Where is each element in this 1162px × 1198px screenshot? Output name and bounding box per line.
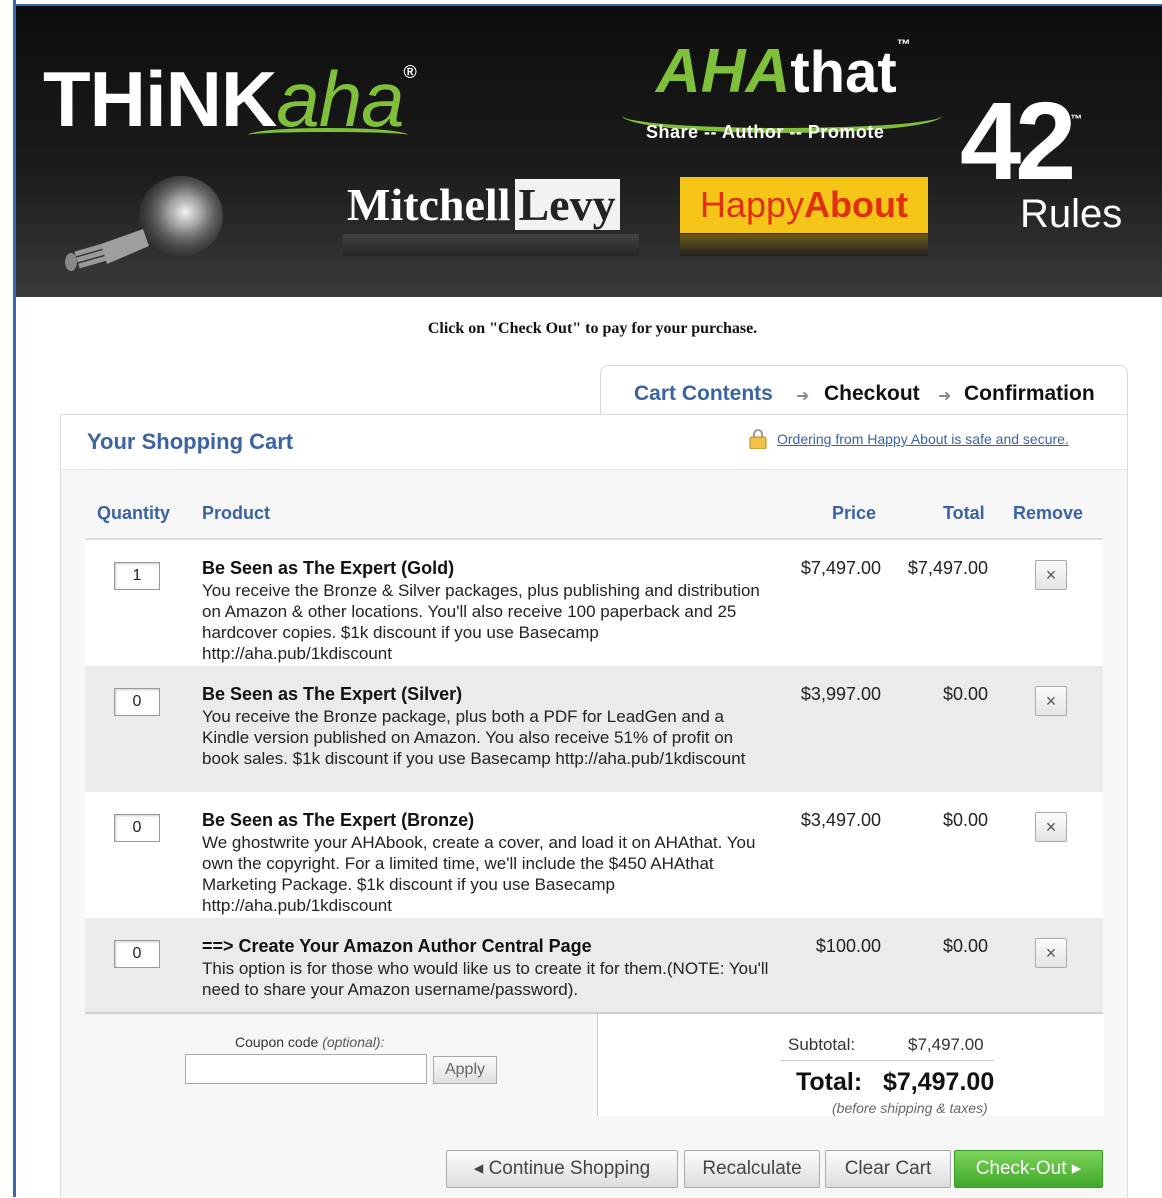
product-description: We ghostwrite your AHAbook, create a cov… [202,833,756,915]
remove-item-button[interactable]: × [1035,686,1067,716]
rules-text: Rules [1020,192,1123,236]
item-price: $7,497.00 [800,558,881,578]
column-header-total: Total [943,503,985,523]
step-cart-contents: Cart Contents [634,382,773,405]
item-total: $0.00 [942,936,988,956]
thinkaha-think-text: THiNK [43,55,277,143]
coupon-label: Coupon code (optional): [235,1034,384,1050]
cart-row: 0 Be Seen as The Expert (Bronze) We ghos… [85,792,1103,918]
quantity-input[interactable]: 0 [114,814,160,842]
total-label: Total: [796,1068,863,1096]
cart-row: 0 Be Seen as The Expert (Silver) You rec… [85,666,1103,792]
thinkaha-swoosh [248,128,408,142]
subtotal-divider [780,1060,994,1061]
header-banner: THiNKaha® AHAthat™ Share -- Author -- Pr… [16,6,1162,297]
product-name: Be Seen as The Expert (Silver) [202,684,463,704]
subtotal-label: Subtotal: [788,1035,856,1054]
quantity-input[interactable]: 1 [114,562,160,590]
shipping-note: (before shipping & taxes) [832,1100,988,1116]
step-checkout: Checkout [824,382,920,405]
coupon-label-text: Coupon code [235,1034,319,1050]
shopping-cart-panel: Your Shopping Cart Ordering from Happy A… [60,414,1128,1198]
item-price: $3,997.00 [800,684,881,704]
42rules-trademark: ™ [1070,112,1083,126]
product-description: You receive the Bronze & Silver packages… [202,581,760,663]
lock-icon [749,429,767,449]
remove-item-button[interactable]: × [1035,938,1067,968]
ahathat-aha-text: AHA [656,37,791,106]
product-description: You receive the Bronze package, plus bot… [202,707,746,768]
product-name: Be Seen as The Expert (Bronze) [202,810,475,830]
coupon-code-input[interactable] [185,1054,427,1084]
item-total: $0.00 [942,810,988,830]
checkout-steps: Cart Contents ➜ Checkout ➜ Confirmation [600,365,1128,416]
trademark-mark: ™ [896,36,911,52]
step-confirmation: Confirmation [964,382,1095,405]
about-text: About [804,184,909,225]
coupon-optional-text: (optional): [322,1034,385,1050]
mitchell-text: Mitchell [347,179,511,230]
product-description: This option is for those who would like … [202,959,769,999]
quantity-input[interactable]: 0 [114,940,160,968]
column-header-product: Product [202,503,271,523]
step-arrow-icon: ➜ [938,388,952,405]
mitchell-levy-logo: Mitchell Levy [343,178,620,232]
mitchell-reflection [343,234,639,256]
item-total: $7,497.00 [907,558,988,578]
levy-text: Levy [514,179,620,230]
happy-about-reflection [680,234,928,256]
column-header-price: Price [832,503,877,523]
item-total: $0.00 [942,684,988,704]
happy-about-logo: HappyAbout [680,177,928,233]
ahathat-that-text: that [790,40,897,105]
item-price: $3,497.00 [800,810,881,830]
ahathat-logo: AHAthat™ [656,36,911,107]
secure-ordering-link[interactable]: Ordering from Happy About is safe and se… [777,431,1069,447]
continue-shopping-button[interactable]: ◂ Continue Shopping [446,1150,678,1188]
step-arrow-icon: ➜ [796,388,810,405]
product-name: ==> Create Your Amazon Author Central Pa… [202,936,592,956]
column-header-remove: Remove [1013,503,1084,523]
quantity-input[interactable]: 0 [114,688,160,716]
42-text: 42 [960,80,1076,203]
subtotal-value: $7,497.00 [908,1035,984,1054]
ahathat-tagline: Share -- Author -- Promote [646,122,885,142]
remove-item-button[interactable]: × [1035,560,1067,590]
column-header-quantity: Quantity [97,503,171,523]
cart-title: Your Shopping Cart [87,429,294,454]
cart-header: Your Shopping Cart Ordering from Happy A… [61,415,1127,470]
recalculate-button[interactable]: Recalculate [684,1150,820,1188]
happy-text: Happy [699,184,805,225]
order-totals: Subtotal: $7,497.00 Total: $7,497.00 (be… [597,1014,1104,1116]
apply-coupon-button[interactable]: Apply [433,1056,497,1084]
remove-item-button[interactable]: × [1035,812,1067,842]
checkout-instruction: Click on "Check Out" to pay for your pur… [427,320,758,337]
total-value: $7,497.00 [883,1068,995,1096]
42rules-logo: 42™ [960,78,1082,205]
check-out-button[interactable]: Check-Out ▸ [954,1150,1103,1188]
product-name: Be Seen as The Expert (Gold) [202,558,455,578]
item-price: $100.00 [815,936,881,956]
registered-mark: ® [403,62,416,82]
cart-row: 1 Be Seen as The Expert (Gold) You recei… [85,540,1103,666]
cart-row: 0 ==> Create Your Amazon Author Central … [85,918,1103,1012]
lightbulb-icon [65,176,223,271]
clear-cart-button[interactable]: Clear Cart [825,1150,951,1188]
